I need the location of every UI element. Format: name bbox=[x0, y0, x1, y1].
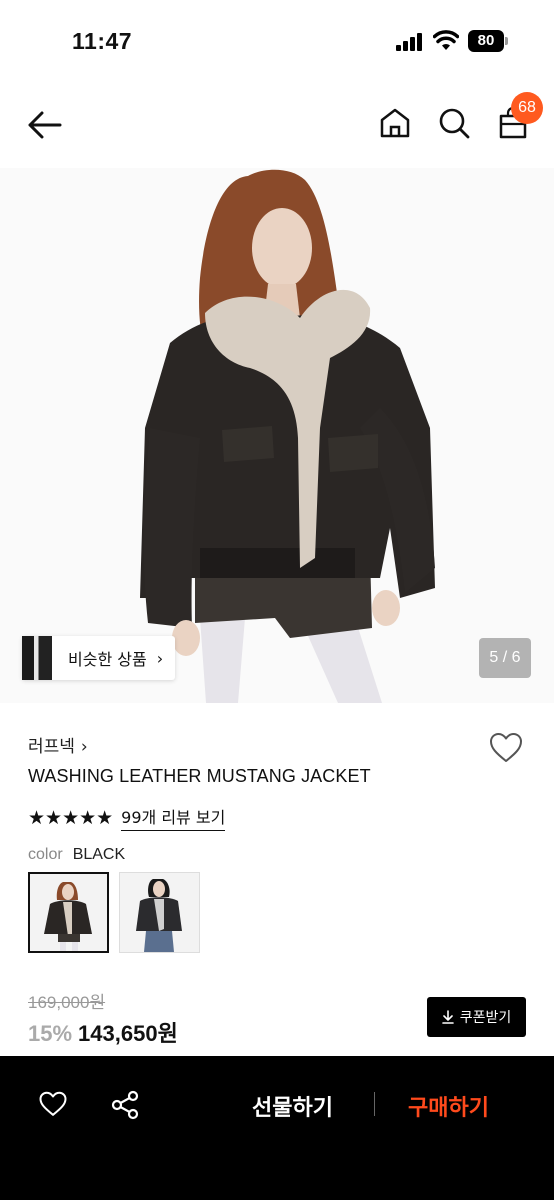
wifi-icon bbox=[433, 30, 459, 50]
original-price: 169,000원 bbox=[28, 993, 106, 1012]
color-swatches bbox=[28, 872, 200, 953]
battery-icon: 80 bbox=[468, 30, 508, 52]
signal-icon bbox=[396, 33, 422, 51]
product-image[interactable] bbox=[0, 168, 554, 703]
product-photo bbox=[0, 168, 554, 703]
similar-products-button[interactable]: 비슷한 상품 › bbox=[22, 636, 176, 680]
status-bar: 11:47 80 bbox=[0, 0, 554, 84]
battery-level: 80 bbox=[468, 30, 504, 52]
search-icon[interactable] bbox=[437, 106, 471, 140]
similar-products-label: 비슷한 상품 bbox=[68, 650, 147, 669]
color-swatch-alt[interactable] bbox=[119, 872, 200, 953]
sale-price: 143,650원 bbox=[78, 1021, 178, 1046]
cart-count-badge: 68 bbox=[511, 92, 543, 124]
similar-products-thumbnail bbox=[22, 636, 52, 680]
rating-row: ★★★★★ 99개 리뷰 보기 bbox=[28, 804, 226, 831]
product-name: WASHING LEATHER MUSTANG JACKET bbox=[28, 766, 371, 786]
chevron-right-icon: › bbox=[80, 737, 88, 757]
swatch-thumbnail bbox=[30, 874, 107, 951]
chevron-right-icon: › bbox=[156, 648, 164, 668]
download-icon bbox=[441, 1010, 454, 1024]
gift-button[interactable]: 선물하기 bbox=[252, 1090, 333, 1122]
home-icon[interactable] bbox=[378, 106, 412, 140]
discount-rate: 15% bbox=[28, 1021, 73, 1046]
color-swatch-black[interactable] bbox=[28, 872, 109, 953]
color-key: color bbox=[28, 846, 63, 863]
status-time: 11:47 bbox=[72, 28, 133, 54]
swatch-thumbnail bbox=[120, 873, 199, 952]
sale-price-row: 15% 143,650원 bbox=[28, 1016, 178, 1048]
image-pager: 5 / 6 bbox=[479, 638, 531, 678]
star-rating: ★★★★★ bbox=[28, 806, 114, 829]
coupon-button[interactable]: 쿠폰받기 bbox=[427, 997, 526, 1037]
color-option-label: color BLACK bbox=[28, 846, 125, 864]
heart-icon[interactable] bbox=[488, 730, 524, 766]
color-value: BLACK bbox=[72, 846, 126, 863]
brand-name: 러프넥 bbox=[28, 737, 75, 757]
brand-link[interactable]: 러프넥 › bbox=[28, 732, 88, 757]
back-arrow-icon[interactable] bbox=[26, 108, 64, 142]
divider bbox=[374, 1092, 375, 1116]
share-icon[interactable] bbox=[110, 1090, 140, 1120]
coupon-label: 쿠폰받기 bbox=[459, 1010, 512, 1026]
review-link[interactable]: 99개 리뷰 보기 bbox=[121, 804, 226, 831]
app-header bbox=[0, 96, 554, 156]
buy-button[interactable]: 구매하기 bbox=[408, 1090, 489, 1122]
bottom-action-bar: 선물하기 구매하기 bbox=[0, 1056, 554, 1200]
heart-icon[interactable] bbox=[38, 1090, 68, 1118]
